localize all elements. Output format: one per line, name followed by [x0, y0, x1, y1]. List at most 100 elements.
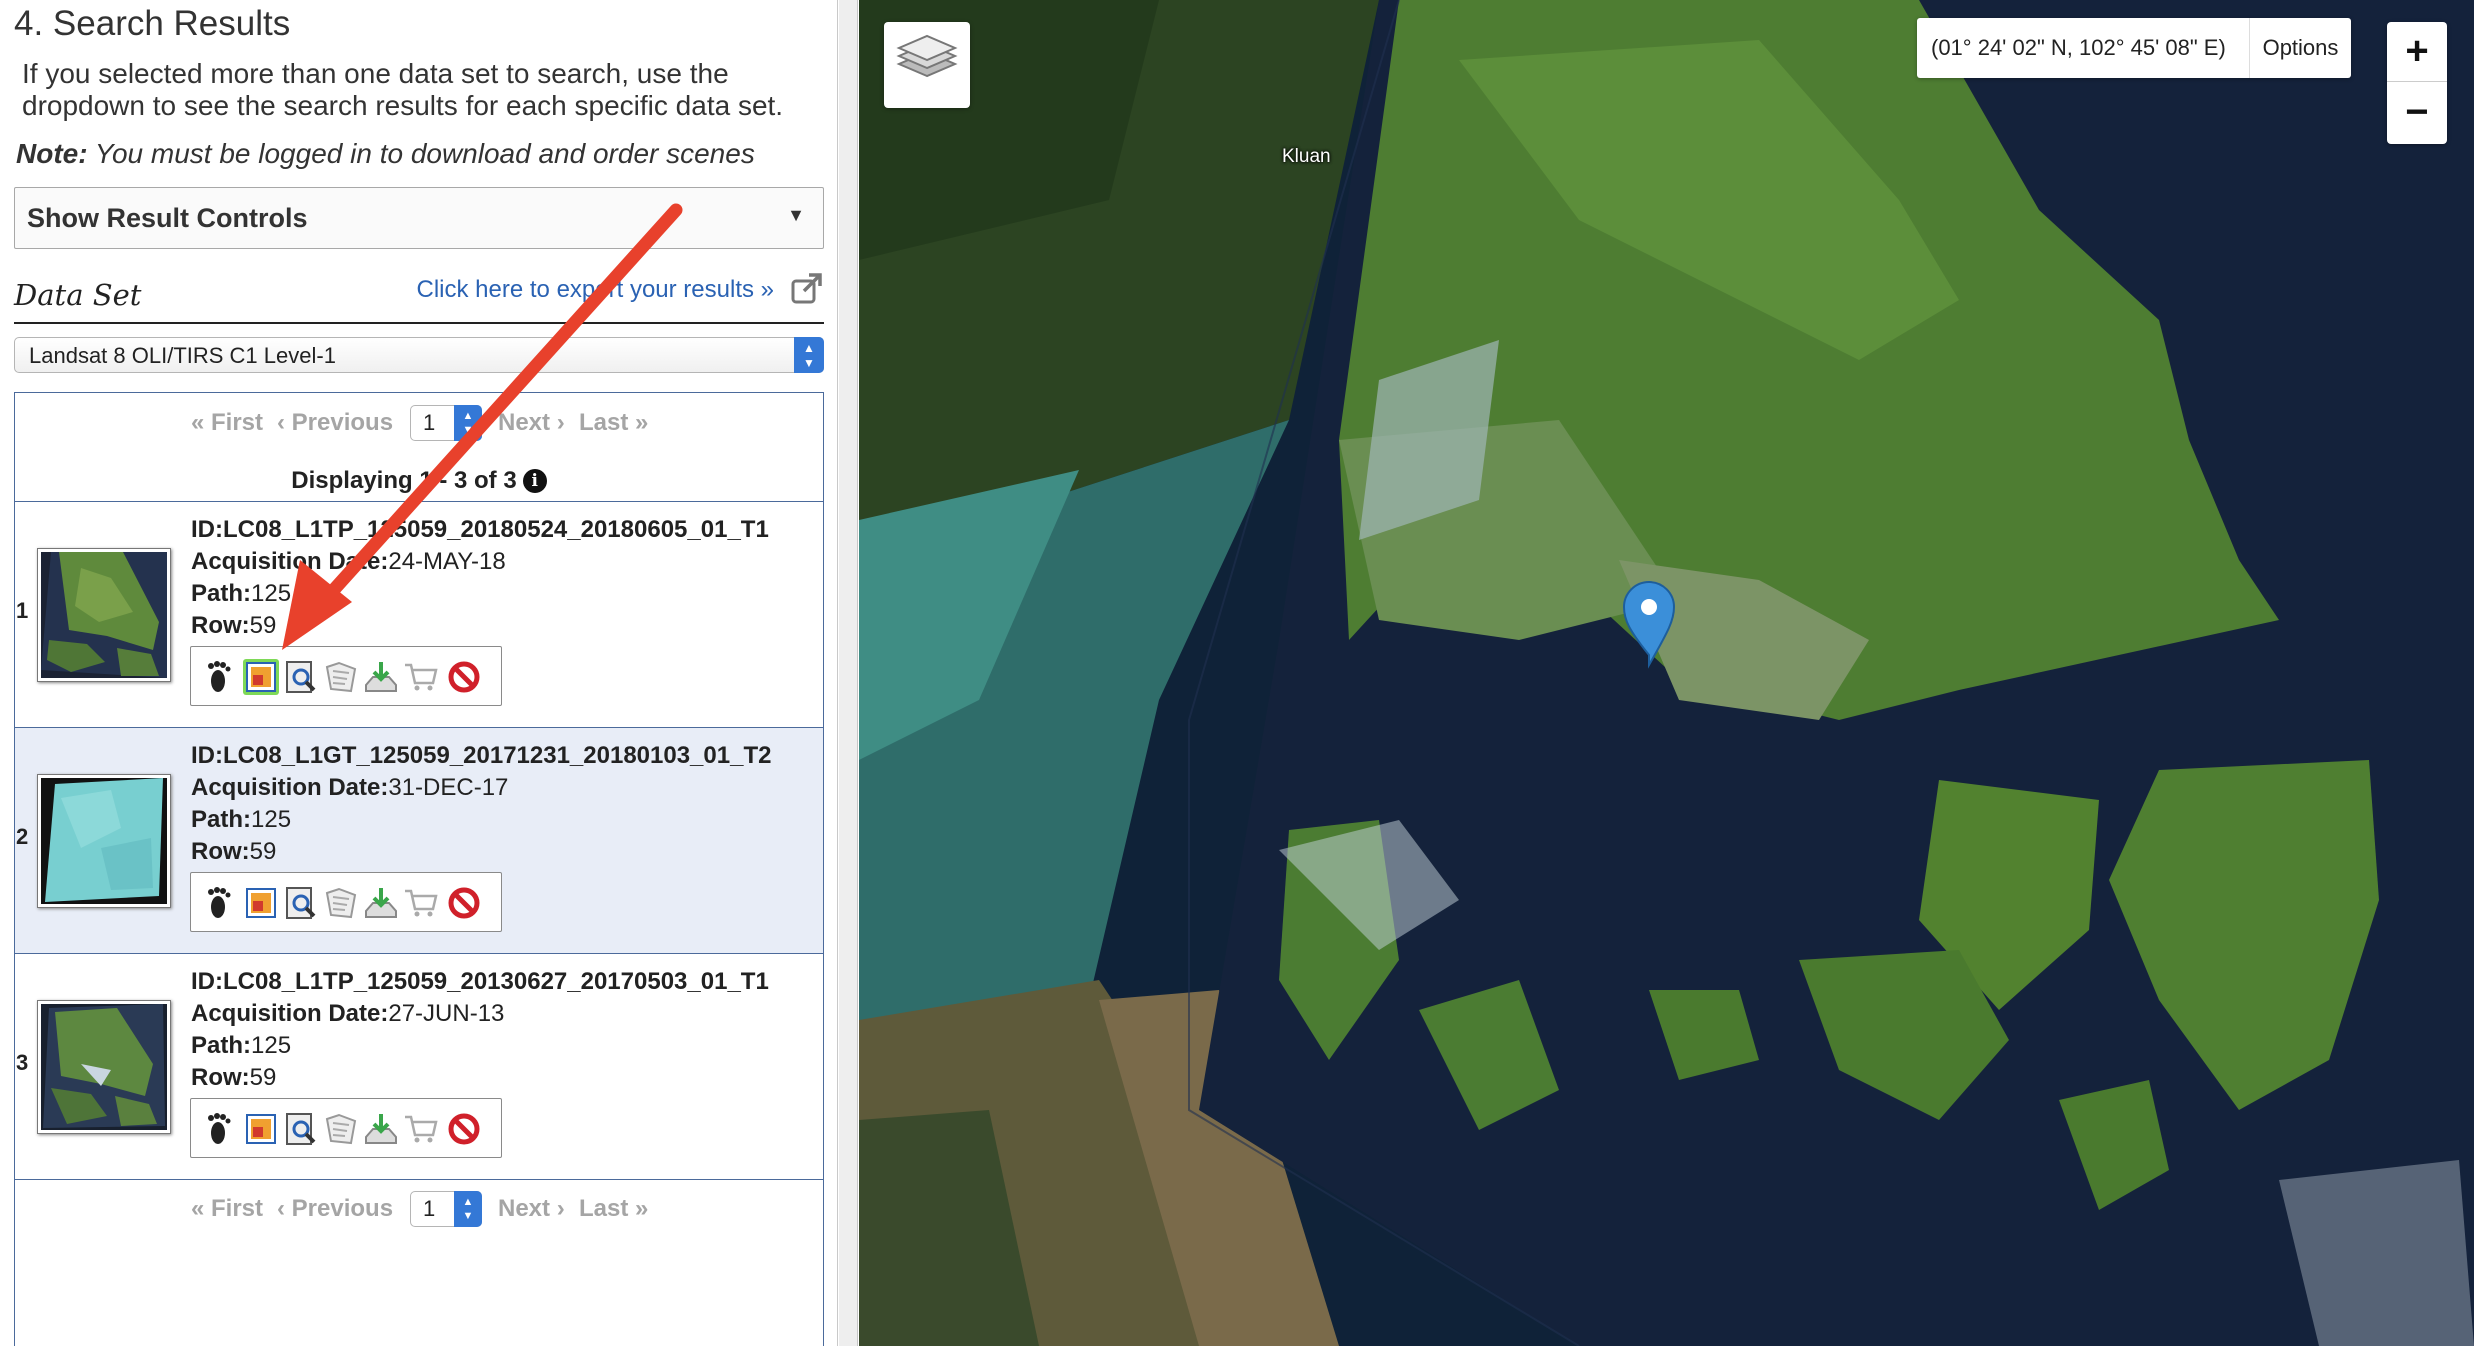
pager-last[interactable]: Last » — [579, 409, 648, 437]
acquisition-label: Acquisition Date: — [191, 1000, 389, 1027]
search-results-panel: 4. Search Results If you selected more t… — [0, 0, 838, 1346]
dataset-header: Data Set Click here to export your resul… — [14, 272, 824, 324]
row-label: Row: — [191, 612, 250, 639]
note-text: You must be logged in to download and or… — [87, 138, 755, 169]
exclude-icon[interactable] — [446, 1111, 482, 1147]
select-arrows-icon: ▲ ▼ — [794, 337, 824, 373]
path-value: 125 — [251, 580, 292, 607]
zoom-out-button[interactable]: − — [2387, 83, 2447, 143]
result-row: 3 ID:LC08_L1TP_125059_20130627_20170503_… — [15, 953, 823, 1179]
info-icon[interactable]: i — [522, 469, 547, 493]
download-icon[interactable] — [363, 885, 399, 921]
page-number: 1 — [423, 410, 436, 435]
row-label: Row: — [191, 1064, 250, 1091]
scene-info: ID:LC08_L1TP_125059_20130627_20170503_01… — [191, 966, 769, 1094]
coordinate-readout: (01° 24' 02" N, 102° 45' 08" E) — [1931, 35, 2226, 60]
pager-next[interactable]: Next › — [498, 409, 565, 437]
download-icon[interactable] — [363, 1111, 399, 1147]
panel-resize-handle[interactable] — [839, 0, 858, 1346]
pager-previous[interactable]: ‹ Previous — [277, 1195, 393, 1223]
external-link-icon[interactable] — [790, 272, 824, 306]
compare-icon[interactable] — [323, 659, 359, 695]
place-label: Kluan — [1282, 146, 1331, 167]
download-icon[interactable] — [363, 659, 399, 695]
results-separator — [15, 1179, 823, 1180]
page-select[interactable]: 1 ▲ ▼ — [410, 1191, 482, 1227]
coordinate-display: (01° 24' 02" N, 102° 45' 08" E) Options — [1917, 18, 2351, 78]
layers-button[interactable] — [884, 22, 970, 108]
zoom-in-button[interactable]: + — [2387, 22, 2447, 82]
results-list: « First ‹ Previous 1 ▲ ▼ Next › Last » Di… — [14, 392, 824, 1346]
result-index: 1 — [16, 598, 29, 623]
footprint-icon[interactable] — [201, 659, 237, 695]
path-value: 125 — [251, 1032, 292, 1059]
scene-info: ID:LC08_L1GT_125059_20171231_20180103_01… — [191, 740, 771, 868]
login-note: Note: You must be logged in to download … — [16, 138, 755, 170]
scene-toolbar — [190, 872, 502, 932]
zoom-control: + − — [2387, 22, 2447, 144]
path-label: Path: — [191, 580, 251, 607]
pager-bottom: « First ‹ Previous 1 ▲ ▼ Next › Last » — [15, 1189, 823, 1229]
section-title: 4. Search Results — [14, 4, 291, 43]
pager-last[interactable]: Last » — [579, 1195, 648, 1223]
footprint-icon[interactable] — [201, 885, 237, 921]
dataset-select-value: Landsat 8 OLI/TIRS C1 Level-1 — [29, 343, 336, 368]
page-select[interactable]: 1 ▲ ▼ — [410, 405, 482, 441]
show-result-controls-dropdown[interactable]: Show Result Controls ▼ — [14, 187, 824, 249]
map-view[interactable]: Kluan — [859, 0, 2474, 1346]
result-index: 2 — [16, 824, 29, 849]
scene-toolbar — [190, 646, 502, 706]
intro-text: If you selected more than one data set t… — [22, 58, 784, 121]
pager-next[interactable]: Next › — [498, 1195, 565, 1223]
select-arrows-icon: ▲ ▼ — [454, 405, 482, 441]
metadata-icon[interactable] — [283, 659, 319, 695]
cart-icon[interactable] — [403, 1111, 439, 1147]
options-button[interactable]: Options — [2249, 18, 2351, 78]
dataset-label: Data Set — [14, 278, 142, 312]
compare-icon[interactable] — [323, 1111, 359, 1147]
pager-previous[interactable]: ‹ Previous — [277, 409, 393, 437]
acquisition-date: 27-JUN-13 — [388, 1000, 505, 1027]
caret-down-icon: ▼ — [787, 205, 805, 225]
cart-icon[interactable] — [403, 659, 439, 695]
exclude-icon[interactable] — [446, 659, 482, 695]
pager-first[interactable]: « First — [191, 1195, 263, 1223]
displaying-count: Displaying 1 - 3 of 3i — [15, 467, 823, 495]
row-value: 59 — [249, 838, 277, 865]
scene-id: ID:LC08_L1GT_125059_20171231_20180103_01… — [191, 742, 772, 769]
browse-overlay-icon[interactable] — [243, 885, 279, 921]
acquisition-label: Acquisition Date: — [191, 774, 389, 801]
exclude-icon[interactable] — [446, 885, 482, 921]
row-label: Row: — [191, 838, 250, 865]
result-row: 1 ID:LC08_L1TP_125059_20180524_20180605_… — [15, 501, 823, 727]
acquisition-date: 24-MAY-18 — [388, 548, 506, 575]
page-number: 1 — [423, 1196, 436, 1221]
path-label: Path: — [191, 1032, 251, 1059]
result-controls-label: Show Result Controls — [27, 203, 308, 233]
satellite-imagery — [859, 0, 2474, 1346]
cart-icon[interactable] — [403, 885, 439, 921]
scene-toolbar — [190, 1098, 502, 1158]
displaying-text: Displaying 1 - 3 of 3 — [291, 467, 517, 494]
scene-thumbnail[interactable] — [37, 774, 171, 908]
metadata-icon[interactable] — [283, 885, 319, 921]
acquisition-label: Acquisition Date: — [191, 548, 389, 575]
browse-overlay-icon[interactable] — [243, 659, 279, 695]
scene-id: ID:LC08_L1TP_125059_20130627_20170503_01… — [191, 968, 769, 995]
export-results-link[interactable]: Click here to export your results » — [417, 276, 774, 304]
footprint-icon[interactable] — [201, 1111, 237, 1147]
compare-icon[interactable] — [323, 885, 359, 921]
pager-top: « First ‹ Previous 1 ▲ ▼ Next › Last » — [15, 403, 823, 443]
path-label: Path: — [191, 806, 251, 833]
scene-id: ID:LC08_L1TP_125059_20180524_20180605_01… — [191, 516, 769, 543]
dataset-select[interactable]: Landsat 8 OLI/TIRS C1 Level-1 ▲ ▼ — [14, 337, 824, 373]
scene-thumbnail[interactable] — [37, 1000, 171, 1134]
metadata-icon[interactable] — [283, 1111, 319, 1147]
scene-info: ID:LC08_L1TP_125059_20180524_20180605_01… — [191, 514, 769, 642]
path-value: 125 — [251, 806, 292, 833]
browse-overlay-icon[interactable] — [243, 1111, 279, 1147]
select-arrows-icon: ▲ ▼ — [454, 1191, 482, 1227]
pager-first[interactable]: « First — [191, 409, 263, 437]
layers-icon — [896, 34, 958, 78]
scene-thumbnail[interactable] — [37, 548, 171, 682]
